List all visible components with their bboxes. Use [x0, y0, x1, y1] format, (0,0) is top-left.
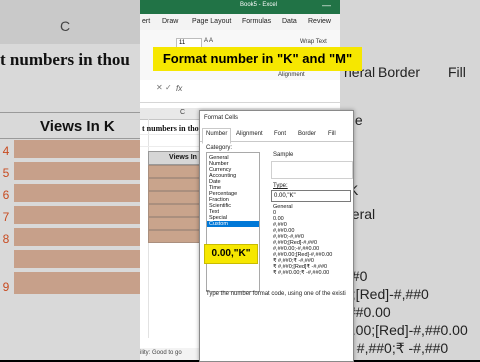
tab-font[interactable]: Font	[274, 131, 286, 137]
zoomed-row-number: 9	[2, 280, 10, 294]
type-format-input[interactable]: 0.00,"K"	[271, 190, 351, 202]
zoomed-cell	[14, 162, 140, 180]
zoomed-cell	[14, 272, 140, 294]
zoomed-column-letter: C	[60, 18, 71, 34]
zoomed-cell	[14, 206, 140, 224]
zoomed-row-number: 6	[2, 188, 10, 202]
zoomed-row-number: 7	[2, 210, 10, 224]
category-label: Category:	[206, 145, 233, 151]
ribbon-tabs: ert Draw Page Layout Formulas Data Revie…	[140, 14, 340, 31]
zoomed-text: ₹ #,##0;₹ -#,##0	[344, 340, 449, 356]
zoomed-text: 0;[Red]-#,##0	[344, 286, 429, 302]
zoomed-cell	[14, 250, 140, 268]
zoomed-cell	[14, 140, 140, 158]
grow-shrink-font-icon[interactable]: A A	[204, 38, 213, 44]
title-bar: Book5 - Excel —	[140, 0, 340, 14]
zoomed-cell	[14, 228, 140, 246]
insert-function-icon[interactable]: fx	[176, 84, 182, 93]
tab-formulas[interactable]: Formulas	[242, 18, 271, 25]
sheet-heading[interactable]: t numbers in thou	[142, 124, 203, 133]
zoomed-fill-tab: Fill	[448, 64, 466, 80]
type-label: Type:	[273, 183, 288, 189]
accessibility-status[interactable]: ility: Good to go	[140, 350, 182, 356]
zoomed-border-tab: Border	[378, 64, 421, 80]
zoomed-grid-line	[0, 138, 140, 139]
column-letter-c[interactable]: C	[180, 109, 185, 116]
sample-label: Sample	[273, 152, 294, 158]
tab-review[interactable]: Review	[308, 18, 331, 25]
zoomed-grid-line	[0, 112, 140, 113]
minimize-button[interactable]: —	[322, 0, 331, 10]
category-custom[interactable]: Custom	[207, 221, 259, 227]
zoomed-cell	[14, 184, 140, 202]
tab-number[interactable]: Number	[202, 128, 232, 144]
category-list[interactable]: General Number Currency Accounting Date …	[206, 152, 260, 292]
confirm-formula-icon[interactable]: ✓	[165, 83, 172, 92]
dialog-tabs: Number Alignment Font Border Fill	[200, 128, 353, 144]
format-hint-text: Type the number format code, using one o…	[206, 291, 346, 297]
formula-bar: ✕ ✓ fx	[140, 80, 340, 103]
tab-fill[interactable]: Fill	[328, 131, 336, 137]
tab-alignment[interactable]: Alignment	[236, 131, 263, 137]
format-code-list[interactable]: General 0 0.00 #,##0 #,##0.00 #,##0;-#,#…	[271, 204, 351, 318]
title-banner: Format number in "K" and "M"	[153, 47, 362, 71]
sample-preview	[271, 161, 353, 179]
zoomed-text: 0.00;[Red]-#,##0.00	[344, 322, 468, 338]
zoomed-views-header: Views In K	[40, 118, 115, 135]
tab-page-layout[interactable]: Page Layout	[192, 18, 231, 25]
zoomed-row-number: 5	[2, 166, 10, 180]
cancel-formula-icon[interactable]: ✕	[156, 83, 163, 92]
format-code-callout: 0.00,"K"	[204, 244, 258, 264]
tab-draw[interactable]: Draw	[162, 18, 178, 25]
wrap-text-button[interactable]: Wrap Text	[300, 39, 327, 45]
zoomed-row-number: 4	[2, 144, 10, 158]
dialog-title: Format Cells	[204, 115, 239, 121]
tab-border[interactable]: Border	[298, 131, 316, 137]
window-title: Book5 - Excel	[240, 2, 278, 8]
alignment-group-label: Alignment	[278, 72, 305, 78]
format-code-item[interactable]: ₹ #,##0.00;₹ -#,##0.00	[273, 270, 329, 276]
format-cells-dialog: Format Cells Number Alignment Font Borde…	[199, 110, 354, 362]
tab-data[interactable]: Data	[282, 18, 297, 25]
tab-insert[interactable]: ert	[142, 18, 150, 25]
zoomed-heading: t numbers in thou	[0, 50, 130, 69]
zoomed-row-number: 8	[2, 232, 10, 246]
